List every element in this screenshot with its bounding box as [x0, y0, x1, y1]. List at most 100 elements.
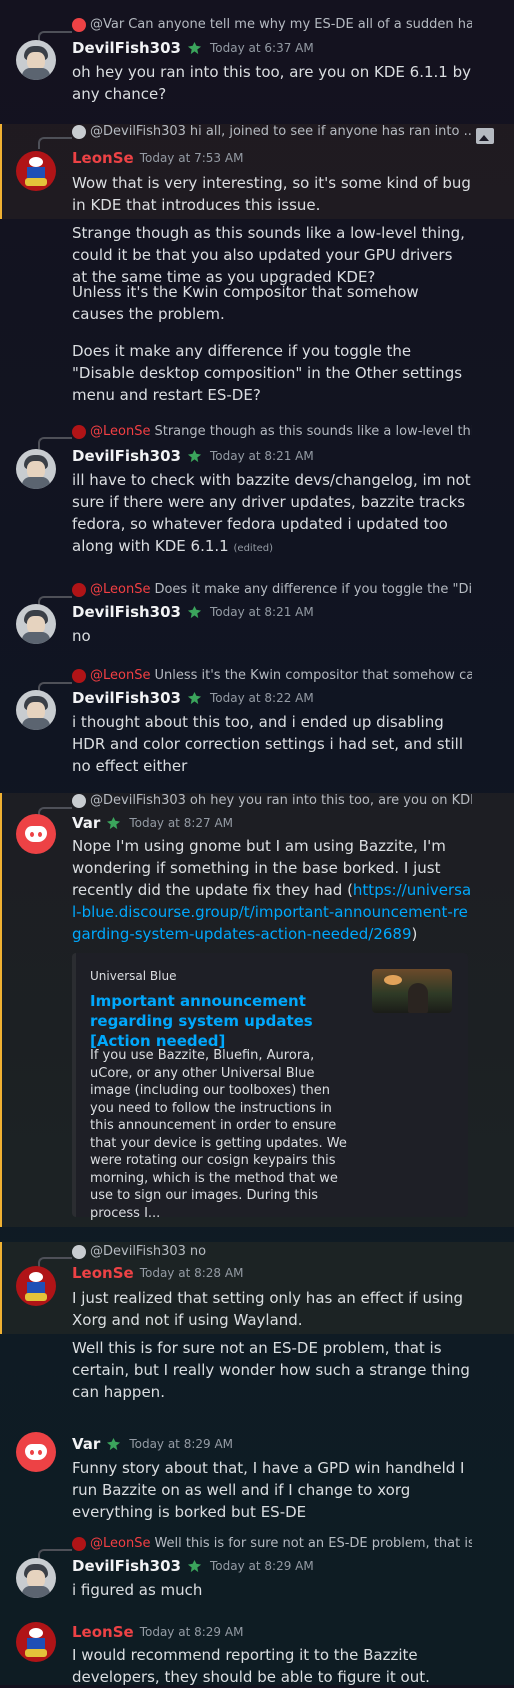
reply-text: no — [189, 1244, 207, 1259]
nitro-badge-icon — [187, 605, 202, 620]
message: LeonSe Today at 8:29 AM I would recommen… — [0, 1610, 514, 1686]
message-content: Funny story about that, I have a GPD win… — [72, 1459, 465, 1521]
message-header: DevilFish303 Today at 8:21 AM — [72, 603, 314, 621]
username[interactable]: LeonSe — [72, 149, 134, 167]
message-header: DevilFish303 Today at 8:22 AM — [72, 689, 314, 707]
reply-text: hi all, joined to see if anyone has ran … — [189, 124, 472, 139]
embed-provider[interactable]: Universal Blue — [90, 969, 176, 983]
avatar[interactable] — [16, 1558, 56, 1598]
reply-text: oh hey you ran into this too, are you on… — [189, 793, 472, 808]
reply-avatar — [72, 17, 86, 32]
reply-preview[interactable]: @DevilFish303 no — [72, 1244, 472, 1259]
avatar[interactable] — [16, 151, 56, 191]
avatar[interactable] — [16, 814, 56, 854]
message-content: i figured as much — [72, 1581, 203, 1599]
reply-author: @LeonSe — [90, 582, 151, 597]
avatar[interactable] — [16, 1266, 56, 1306]
message-content: Unless it's the Kwin compositor that som… — [72, 283, 419, 323]
username[interactable]: LeonSe — [72, 1264, 134, 1282]
username[interactable]: DevilFish303 — [72, 603, 181, 621]
reply-avatar — [72, 124, 86, 139]
timestamp: Today at 8:21 AM — [210, 605, 314, 619]
message-header: DevilFish303 Today at 8:29 AM — [72, 1557, 314, 1575]
timestamp: Today at 8:29 AM — [210, 1559, 314, 1573]
message-content: Does it make any difference if you toggl… — [72, 342, 463, 404]
message: @Var Can anyone tell me why my ES-DE all… — [0, 0, 514, 118]
reply-text: Unless it's the Kwin compositor that som… — [154, 668, 472, 683]
reply-preview[interactable]: @Var Can anyone tell me why my ES-DE all… — [72, 17, 472, 32]
reply-avatar — [72, 582, 86, 597]
reply-avatar — [72, 424, 86, 439]
message-header: Var Today at 8:27 AM — [72, 814, 233, 832]
message-content: no — [72, 627, 91, 645]
discord-logo-icon — [25, 826, 47, 842]
reply-author: @LeonSe — [90, 668, 151, 683]
nitro-badge-icon — [106, 1437, 121, 1452]
username[interactable]: Var — [72, 1435, 100, 1453]
message: @DevilFish303 no LeonSe Today at 8:28 AM… — [0, 1242, 514, 1334]
reply-author: @LeonSe — [90, 424, 151, 439]
reply-preview[interactable]: @LeonSe Well this is for sure not an ES-… — [72, 1536, 472, 1551]
avatar[interactable] — [16, 604, 56, 644]
nitro-badge-icon — [187, 41, 202, 56]
message-content: oh hey you ran into this too, are you on… — [72, 63, 471, 103]
message-content: I would recommend reporting it to the Ba… — [72, 1646, 430, 1686]
avatar[interactable] — [16, 690, 56, 730]
embed-title[interactable]: Important announcement regarding system … — [90, 991, 330, 1051]
nitro-badge-icon — [187, 449, 202, 464]
reply-text: Well this is for sure not an ES-DE probl… — [154, 1536, 472, 1551]
message-content: Strange though as this sounds like a low… — [72, 224, 465, 286]
nitro-badge-icon — [106, 816, 121, 831]
nitro-badge-icon — [187, 1559, 202, 1574]
reply-text: Can anyone tell me why my ES-DE all of a… — [128, 17, 472, 32]
reply-avatar — [72, 668, 86, 683]
avatar[interactable] — [16, 449, 56, 489]
message: @DevilFish303 oh hey you ran into this t… — [0, 793, 514, 1227]
timestamp: Today at 8:27 AM — [129, 816, 234, 830]
avatar[interactable] — [16, 40, 56, 80]
message-header: LeonSe Today at 8:29 AM — [72, 1623, 243, 1641]
message-text-end: ) — [411, 925, 418, 943]
username[interactable]: DevilFish303 — [72, 447, 181, 465]
message-header: DevilFish303 Today at 6:37 AM — [72, 39, 314, 57]
reply-author: @DevilFish303 — [90, 793, 186, 808]
timestamp: Today at 8:29 AM — [139, 1625, 244, 1639]
timestamp: Today at 8:29 AM — [129, 1437, 234, 1451]
reply-preview[interactable]: @DevilFish303 hi all, joined to see if a… — [72, 124, 472, 139]
message-content: Nope I'm using gnome but I am using Bazz… — [72, 835, 472, 945]
avatar[interactable] — [16, 1622, 56, 1662]
reply-author: @Var — [90, 17, 125, 32]
reply-preview[interactable]: @LeonSe Does it make any difference if y… — [72, 582, 472, 597]
message: @LeonSe Does it make any difference if y… — [0, 576, 514, 651]
username[interactable]: DevilFish303 — [72, 39, 181, 57]
username[interactable]: DevilFish303 — [72, 1557, 181, 1575]
message-content: Wow that is very interesting, so it's so… — [72, 174, 471, 214]
reply-author: @LeonSe — [90, 1536, 151, 1551]
message-content: I just realized that setting only has an… — [72, 1289, 463, 1329]
reply-avatar — [72, 1536, 86, 1551]
username[interactable]: Var — [72, 814, 100, 832]
username[interactable]: DevilFish303 — [72, 689, 181, 707]
nitro-badge-icon — [187, 691, 202, 706]
avatar[interactable] — [16, 1432, 56, 1472]
message-header: DevilFish303 Today at 8:21 AM — [72, 447, 314, 465]
message: @DevilFish303 hi all, joined to see if a… — [0, 124, 514, 219]
reply-preview[interactable]: @DevilFish303 oh hey you ran into this t… — [72, 793, 472, 808]
timestamp: Today at 8:21 AM — [210, 449, 314, 463]
reply-connector — [38, 437, 72, 449]
embed-description: If you use Bazzite, Bluefin, Aurora, uCo… — [90, 1048, 347, 1221]
reply-text: Strange though as this sounds like a low… — [154, 424, 472, 439]
embed-thumbnail[interactable] — [372, 969, 452, 1013]
reply-preview[interactable]: @LeonSe Unless it's the Kwin compositor … — [72, 668, 472, 683]
reply-connector — [38, 137, 72, 149]
reply-avatar — [72, 793, 86, 808]
edited-label: (edited) — [233, 543, 274, 554]
message: @LeonSe Unless it's the Kwin compositor … — [0, 662, 514, 782]
message-content: i thought about this too, and i ended up… — [72, 713, 464, 775]
message-header: LeonSe Today at 8:28 AM — [72, 1264, 243, 1282]
message-header: LeonSe Today at 7:53 AM — [72, 149, 243, 167]
link-embed: Universal Blue Important announcement re… — [72, 953, 468, 1221]
message: Var Today at 8:29 AM Funny story about t… — [0, 1420, 514, 1521]
reply-preview[interactable]: @LeonSe Strange though as this sounds li… — [72, 424, 472, 439]
username[interactable]: LeonSe — [72, 1623, 134, 1641]
